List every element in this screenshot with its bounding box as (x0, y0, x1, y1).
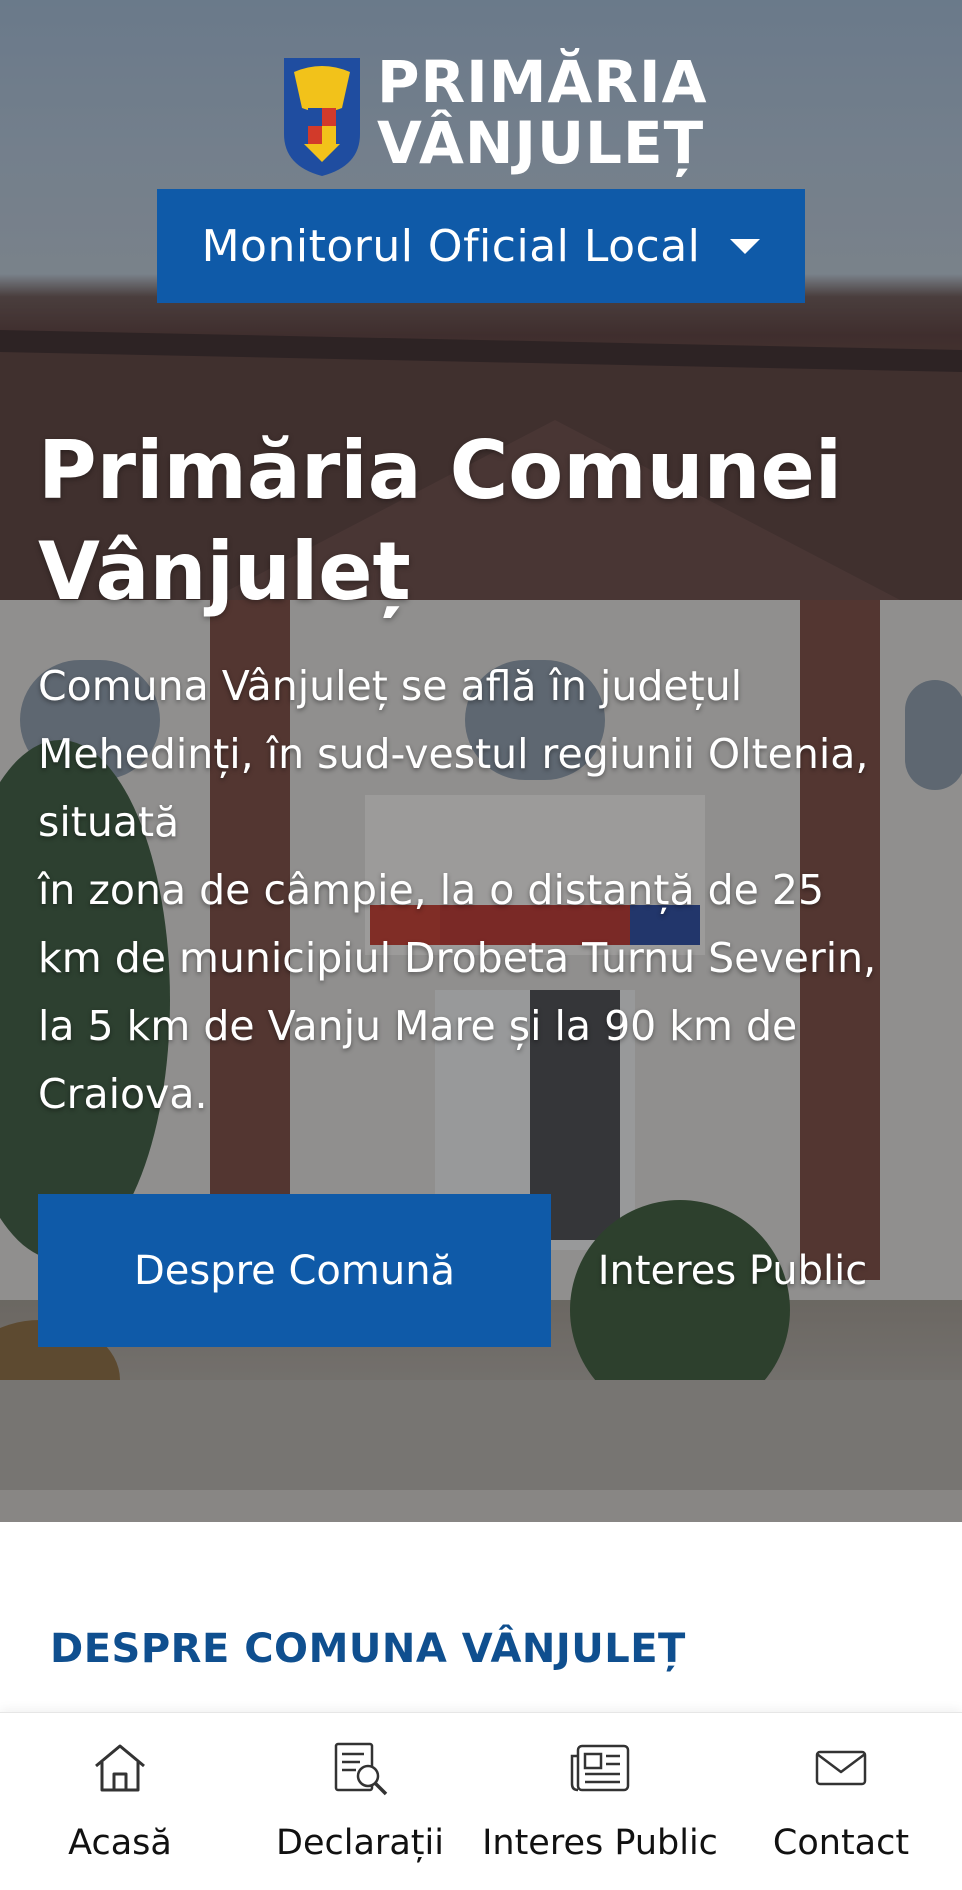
envelope-icon (814, 1737, 868, 1799)
menu-dropdown-button[interactable]: Monitorul Oficial Local (157, 189, 805, 303)
section-title: DESPRE COMUNA VÂNJULEȚ (50, 1626, 686, 1672)
bottom-navigation: Acasă Declarații Interes Public Contact (0, 1712, 962, 1890)
despre-comuna-button[interactable]: Despre Comună (38, 1194, 551, 1347)
interes-public-link[interactable]: Interes Public (575, 1194, 890, 1347)
document-search-icon (330, 1737, 390, 1799)
logo-wordmark: PRIMĂRIA VÂNJULEȚ (377, 52, 707, 174)
hero-title-line-1: Primăria Comunei (38, 424, 843, 517)
nav-label-declaratii: Declarații (276, 1823, 444, 1863)
nav-label-acasa: Acasă (68, 1823, 172, 1863)
hero-title: Primăria Comunei Vânjuleț (38, 420, 918, 622)
coat-of-arms-icon (284, 58, 360, 176)
site-logo[interactable]: PRIMĂRIA VÂNJULEȚ (280, 52, 706, 182)
hero-description: Comuna Vânjuleț se află în județul Mehed… (38, 662, 877, 1118)
nav-item-contact[interactable]: Contact (720, 1713, 962, 1890)
hero-title-line-2: Vânjuleț (38, 525, 411, 618)
nav-item-acasa[interactable]: Acasă (0, 1713, 240, 1890)
logo-line-1: PRIMĂRIA (377, 48, 708, 116)
menu-dropdown-label: Monitorul Oficial Local (201, 220, 701, 272)
logo-line-2: VÂNJULEȚ (377, 109, 705, 177)
nav-item-interes-public[interactable]: Interes Public (480, 1713, 720, 1890)
nav-item-declaratii[interactable]: Declarații (240, 1713, 480, 1890)
nav-label-interes-public: Interes Public (482, 1823, 718, 1863)
chevron-down-icon (730, 238, 761, 254)
hero-banner: PRIMĂRIA VÂNJULEȚ Monitorul Oficial Loca… (0, 0, 962, 1522)
home-icon (92, 1737, 148, 1799)
newspaper-icon (568, 1737, 632, 1799)
nav-label-contact: Contact (772, 1823, 910, 1863)
